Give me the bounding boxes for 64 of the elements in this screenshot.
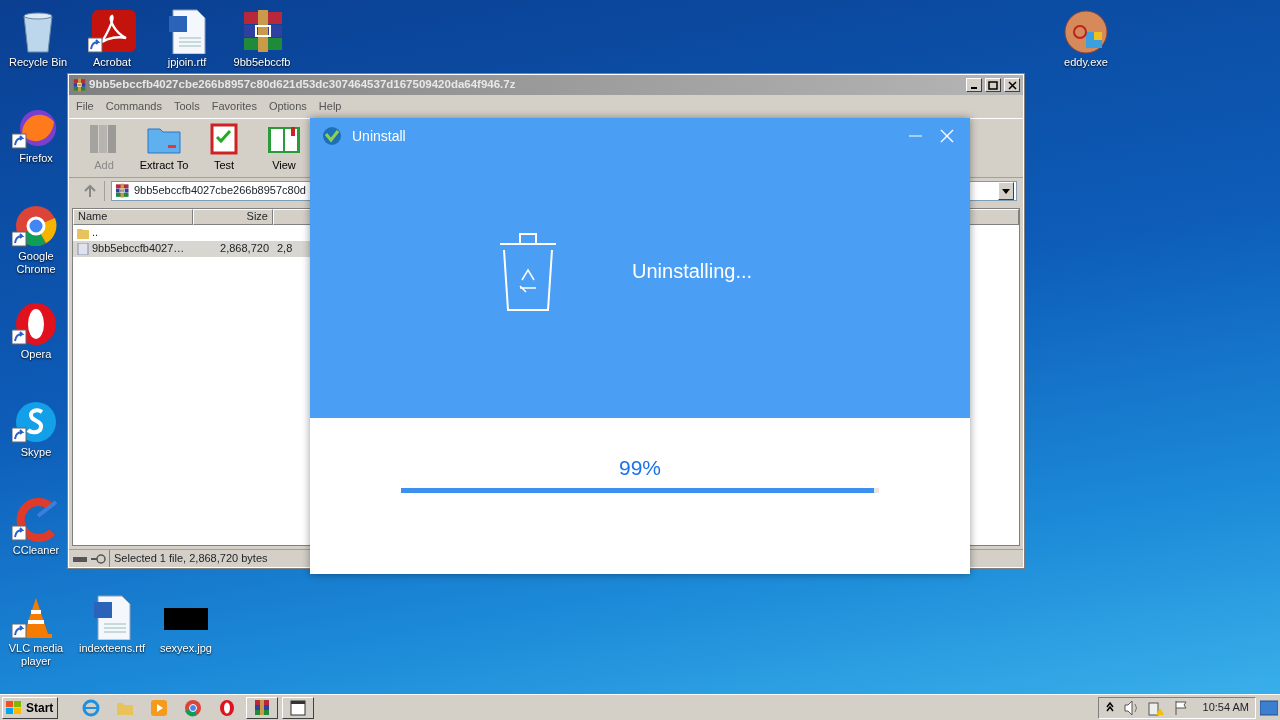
menu-item[interactable]: Favorites: [211, 98, 257, 115]
toolbar-button[interactable]: Test: [195, 120, 253, 175]
toolbar-button[interactable]: Extract To: [135, 120, 193, 175]
menu-item[interactable]: Commands: [105, 98, 162, 115]
clock: 10:54 AM: [1202, 700, 1249, 716]
flag-icon[interactable]: [1172, 698, 1189, 717]
file-row[interactable]: ..: [73, 224, 313, 241]
windows-logo-icon: [5, 699, 23, 716]
file-name: ..: [92, 225, 99, 241]
maximize-icon: [988, 80, 998, 90]
dropdown-button[interactable]: [998, 181, 1014, 200]
file-row[interactable]: 9bb5ebccfb4027… 2,868,720 2,8: [73, 240, 313, 257]
icon-label: Skype: [20, 446, 52, 459]
cleaner-shortcut-icon[interactable]: [12, 496, 60, 542]
chrome-icon: [184, 698, 203, 717]
progress-percent: 99%: [619, 455, 661, 481]
document-app-shortcut-icon[interactable]: [88, 8, 136, 54]
icon-label: eddy.exe: [1064, 56, 1108, 69]
play-icon: [150, 698, 169, 717]
browser-e-icon: [82, 698, 101, 717]
app-window-icon: [289, 698, 308, 717]
status-text: Selected 1 file, 2,868,720 bytes: [109, 550, 272, 567]
icon-label: Firefox: [19, 152, 53, 165]
table-cell-text: 2,8: [276, 241, 294, 257]
icon-label: CCleaner: [12, 544, 60, 557]
icon-label: Acrobat: [93, 56, 131, 69]
column-header[interactable]: Name: [73, 208, 193, 225]
globe-check-icon: [322, 126, 342, 146]
icon-label: VLC media player: [7, 642, 65, 668]
icon-label: 9bb5ebccfb: [233, 56, 291, 69]
folder-icon: [77, 226, 89, 239]
menu-item[interactable]: Tools: [174, 98, 200, 115]
taskbar-app-button[interactable]: [282, 696, 315, 719]
show-desktop-button[interactable]: [1260, 699, 1278, 716]
minimize-icon: [908, 135, 922, 137]
icon-label: jpjoin.rtf: [167, 56, 207, 69]
disc-icon[interactable]: [1062, 8, 1110, 54]
status-message: Uninstalling...: [632, 259, 753, 284]
window-title: 9bb5ebccfb4027cbe266b8957c80d621d53dc307464537d167509420da64f946.7z: [89, 77, 517, 93]
start-button[interactable]: Start: [2, 696, 59, 719]
taskbar-app-button[interactable]: [246, 696, 279, 719]
file-name: 9bb5ebccfb4027…: [92, 241, 185, 257]
menu-item[interactable]: File: [76, 98, 94, 115]
minimize-button[interactable]: [966, 78, 982, 92]
opera-icon: [218, 698, 237, 717]
icon-label: Opera: [20, 348, 52, 361]
close-icon: [940, 129, 954, 143]
menu-item[interactable]: Help: [318, 98, 342, 115]
file-icon: [77, 242, 89, 255]
icon-label: Google Chrome: [15, 250, 57, 276]
close-button[interactable]: [1004, 78, 1020, 92]
caret-icon: [1002, 189, 1010, 195]
archive-icon: [253, 698, 272, 717]
archive-icon: [72, 78, 86, 92]
maximize-button[interactable]: [985, 78, 1001, 92]
close-icon: [1007, 80, 1017, 90]
icon-label: indexteens.rtf: [78, 642, 145, 655]
column-header[interactable]: Size: [193, 208, 273, 225]
menu-item[interactable]: Options: [268, 98, 307, 115]
icon-label: Recycle Bin: [8, 56, 68, 69]
icon-label: sexyex.jpg: [160, 642, 212, 655]
dialog-title: Uninstall: [352, 126, 407, 146]
file-size: 2,868,720: [219, 241, 270, 257]
speaker-icon[interactable]: [1122, 698, 1139, 717]
